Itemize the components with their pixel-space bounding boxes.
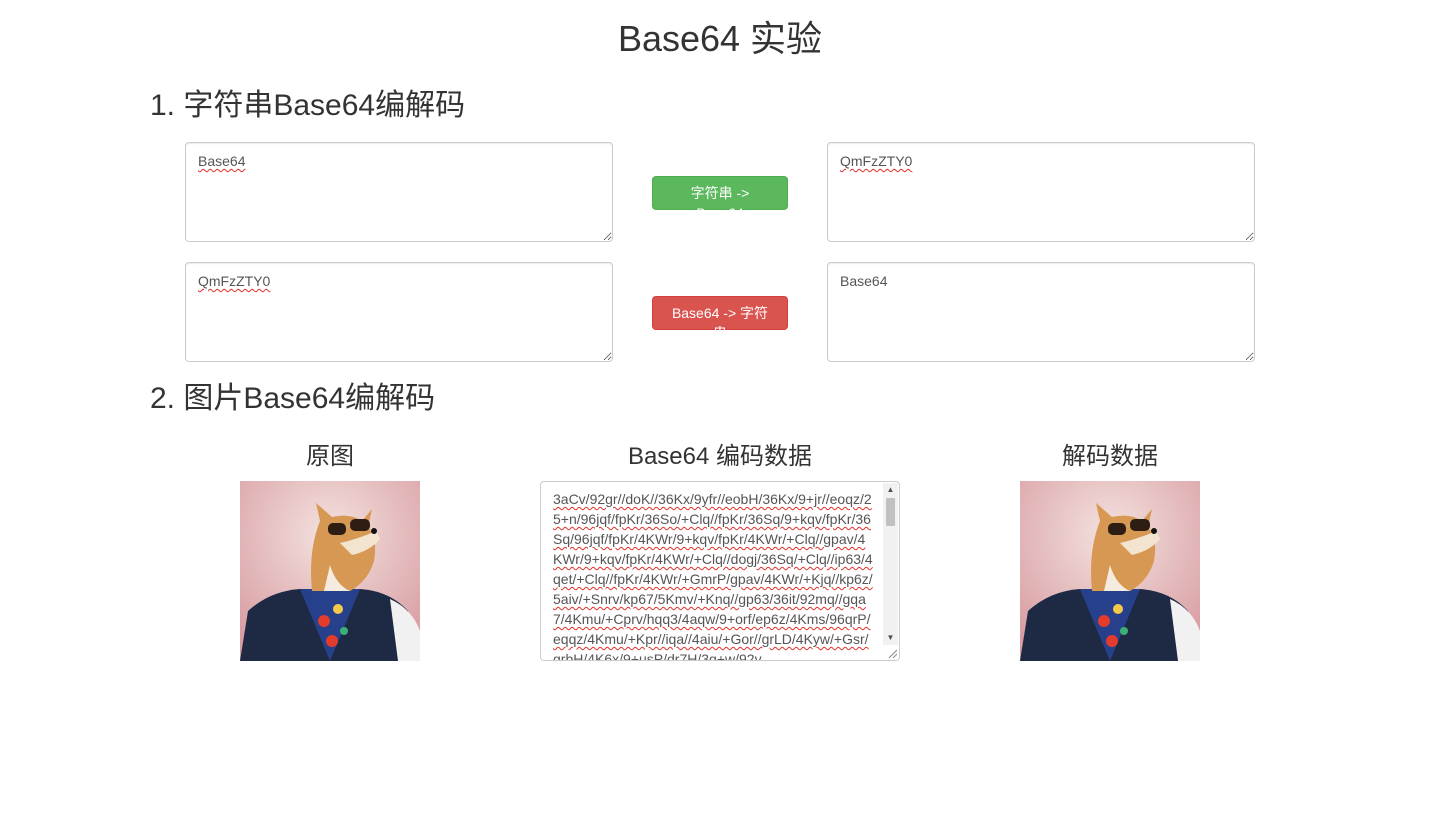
string-input[interactable]: Base64 [185, 142, 613, 242]
base64-data-textarea[interactable]: 3aCv/92gr//doK//36Kx/9yfr//eobH/36Kx/9+j… [540, 481, 900, 661]
base64-output[interactable]: QmFzZTY0 [827, 142, 1255, 242]
page-title: Base64 实验 [617, 18, 823, 59]
decoded-image-label: 解码数据 [1062, 443, 1158, 470]
string-output[interactable]: Base64 [827, 262, 1255, 362]
scrollbar-thumb[interactable] [886, 498, 895, 526]
base64-scrollbar[interactable]: ▲ ▼ [883, 483, 898, 645]
scroll-up-arrow-icon[interactable]: ▲ [883, 483, 898, 497]
base64-data-label: Base64 编码数据 [627, 443, 813, 470]
section-string-title: 1. 字符串Base64编解码 [150, 89, 466, 122]
section-image-title: 2. 图片Base64编解码 [150, 382, 436, 415]
encode-string-button[interactable]: 字符串 -> Base64 [652, 176, 788, 221]
scroll-down-arrow-icon[interactable]: ▼ [883, 631, 898, 645]
base64-input[interactable]: QmFzZTY0 [185, 262, 613, 362]
base64-data-text: 3aCv/92gr//doK//36Kx/9yfr//eobH/36Kx/9+j… [553, 491, 873, 661]
original-dog-image [240, 481, 420, 661]
resize-grip-icon[interactable] [887, 648, 897, 658]
original-image-label: 原图 [306, 443, 354, 470]
decoded-dog-image [1020, 481, 1200, 661]
decode-base64-button[interactable]: Base64 -> 字符串 [652, 296, 788, 341]
